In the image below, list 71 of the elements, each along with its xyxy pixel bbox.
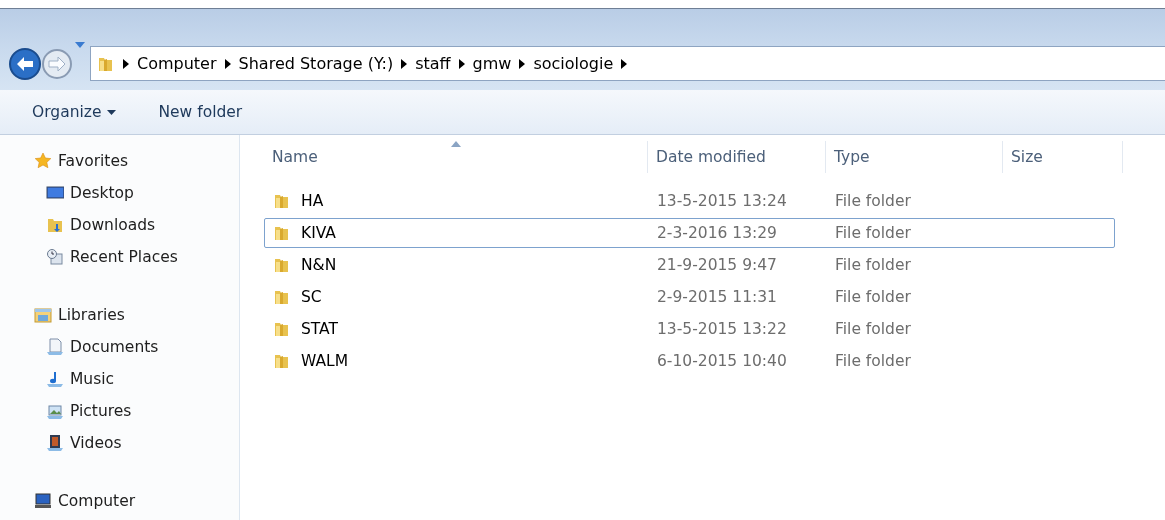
folder-icon <box>273 352 291 370</box>
sidebar-item[interactable]: Recent Places <box>0 241 178 273</box>
file-name: N&N <box>301 256 337 274</box>
file-row[interactable]: STAT 13-5-2015 13:22 File folder <box>264 314 1115 344</box>
file-name: HA <box>301 192 324 210</box>
type-cell-text: File folder <box>834 288 912 306</box>
folder-icon <box>273 224 291 242</box>
breadcrumb[interactable]: Shared Storage (Y:) <box>238 54 394 73</box>
sidebar-group[interactable]: Favorites <box>0 145 128 177</box>
chevron-icon[interactable] <box>401 58 408 69</box>
column-header[interactable]: Date modified <box>648 141 826 173</box>
breadcrumb[interactable]: sociologie <box>533 54 614 73</box>
type-cell-text: File folder <box>834 352 912 370</box>
history-dropdown-icon[interactable] <box>74 41 86 49</box>
sidebar-item[interactable]: Videos <box>0 427 122 459</box>
monitor-icon <box>46 184 64 202</box>
file-name: STAT <box>301 320 338 338</box>
address-bar[interactable]: Computer Shared Storage (Y:) staff gmw sociologie <box>90 46 1165 81</box>
file-row[interactable]: KIVA 2-3-2016 13:29 File folder <box>264 218 1115 248</box>
file-name: KIVA <box>301 224 336 242</box>
date-cell-text: 13-5-2015 13:22 <box>656 320 788 338</box>
breadcrumb[interactable]: gmw <box>472 54 512 73</box>
folder-icon <box>273 288 291 306</box>
type-cell-text: File folder <box>834 192 912 210</box>
library-icon <box>34 306 52 324</box>
star-icon <box>34 152 52 170</box>
date-cell-text: 2-9-2015 11:31 <box>656 288 778 306</box>
type-cell-text: File folder <box>834 320 912 338</box>
folder-icon <box>273 320 291 338</box>
file-row[interactable]: N&N 21-9-2015 9:47 File folder <box>264 250 1115 280</box>
type-cell-text: File folder <box>834 224 912 242</box>
sidebar-item[interactable]: Desktop <box>0 177 134 209</box>
breadcrumb[interactable]: Computer <box>137 54 217 73</box>
sidebar-item[interactable]: Downloads <box>0 209 156 241</box>
download-folder-icon <box>46 216 64 234</box>
column-header[interactable]: Type <box>826 141 1003 173</box>
film-icon <box>46 434 64 452</box>
breadcrumb[interactable]: staff <box>415 54 451 73</box>
folder-icon <box>273 192 291 210</box>
date-cell-text: 13-5-2015 13:24 <box>656 192 788 210</box>
file-name: WALM <box>301 352 349 370</box>
sidebar-group[interactable]: Computer <box>0 485 136 517</box>
sidebar-group[interactable]: Libraries <box>0 299 125 331</box>
chevron-icon[interactable] <box>519 58 526 69</box>
file-row[interactable]: HA 13-5-2015 13:24 File folder <box>264 186 1115 216</box>
folder-icon <box>273 256 291 274</box>
date-cell-text: 2-3-2016 13:29 <box>656 224 778 242</box>
sidebar-item[interactable]: Pictures <box>0 395 132 427</box>
file-row[interactable]: SC 2-9-2015 11:31 File folder <box>264 282 1115 312</box>
sidebar-item[interactable]: Music <box>0 363 115 395</box>
chevron-icon[interactable] <box>224 58 231 69</box>
computer-icon <box>34 492 52 510</box>
column-header[interactable]: Size <box>1003 141 1123 173</box>
file-name: SC <box>301 288 322 306</box>
type-cell-text: File folder <box>834 256 912 274</box>
document-icon <box>46 338 64 356</box>
date-cell-text: 6-10-2015 10:40 <box>656 352 788 370</box>
clock-document-icon <box>46 248 64 266</box>
music-note-icon <box>46 370 64 388</box>
chevron-icon[interactable] <box>458 58 465 69</box>
sidebar-item[interactable]: Documents <box>0 331 159 363</box>
back-button[interactable] <box>8 47 42 81</box>
picture-icon <box>46 402 64 420</box>
file-row[interactable]: WALM 6-10-2015 10:40 File folder <box>264 346 1115 376</box>
toolbar-button[interactable]: Organize <box>22 99 127 125</box>
chevron-icon[interactable] <box>621 58 628 69</box>
chevron-icon[interactable] <box>123 58 129 69</box>
toolbar-button[interactable]: New folder <box>148 99 253 125</box>
column-header[interactable]: Name <box>264 141 648 173</box>
date-cell-text: 21-9-2015 9:47 <box>656 256 778 274</box>
sort-arrow-icon <box>450 141 461 147</box>
